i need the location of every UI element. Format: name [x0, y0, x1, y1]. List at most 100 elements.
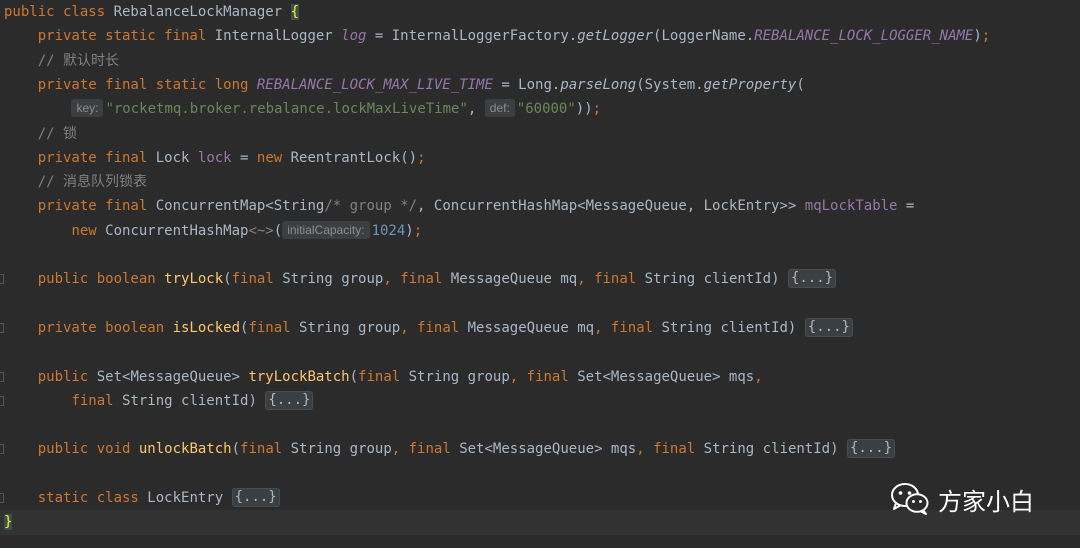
code-token: , [594, 319, 611, 336]
code-token: InternalLogger [214, 28, 342, 45]
code-token: private boolean [37, 319, 173, 336]
code-token: static class [37, 490, 148, 506]
code-line[interactable]: public void unlockBatch(final String gro… [0, 437, 1080, 461]
code-token: , [509, 368, 527, 385]
code-token: , [754, 368, 763, 385]
code-token: "60000" [516, 101, 576, 118]
code-token: final [240, 441, 291, 458]
code-token: final [358, 368, 409, 385]
code-line[interactable]: // 默认时长 [0, 49, 1080, 73]
code-token: public void [37, 441, 139, 458]
code-token: RebalanceLockManager [113, 4, 291, 20]
code-token: String group [299, 319, 401, 336]
code-token: final [248, 319, 300, 336]
code-token: Set<MessageQueue> mqs [577, 368, 755, 385]
code-token: new [256, 149, 291, 166]
code-token: private static final [37, 28, 215, 45]
code-line[interactable]: private final static long REBALANCE_LOCK… [0, 73, 1080, 97]
code-token: final [594, 271, 645, 288]
code-token: ConcurrentMap<String [155, 198, 325, 215]
code-token: String clientId) [661, 319, 805, 336]
code-token: )) [575, 101, 593, 118]
code-line[interactable]: private boolean isLocked(final String gr… [0, 316, 1080, 340]
code-line[interactable]: public boolean tryLock(final String grou… [0, 267, 1080, 291]
code-line[interactable]: // 消息队列锁表 [0, 170, 1080, 194]
parameter-hint: initialCapacity: [282, 220, 370, 239]
code-line[interactable] [0, 340, 1080, 364]
code-line[interactable]: private final Lock lock = new ReentrantL… [0, 146, 1080, 170]
code-token: , [391, 441, 409, 458]
watermark-text: 方家小白 [938, 487, 1034, 516]
code-text: // 锁 [4, 122, 77, 146]
code-text: } [4, 510, 13, 534]
code-token: , [577, 271, 595, 288]
code-token: ; [413, 222, 423, 239]
code-token: ReentrantLock() [290, 149, 418, 166]
code-token: "rocketmq.broker.rebalance.lockMaxLiveTi… [105, 101, 468, 118]
code-line[interactable]: public class RebalanceLockManager { [0, 0, 1080, 24]
code-line[interactable]: private final ConcurrentMap<String/* gro… [0, 194, 1080, 218]
code-token: ( [349, 368, 359, 385]
code-token: ; [981, 28, 991, 45]
code-token: isLocked [172, 319, 241, 336]
folded-block-button[interactable]: {...} [804, 317, 853, 337]
code-token: // 消息队列锁表 [37, 174, 148, 191]
code-line[interactable]: private static final InternalLogger log … [0, 24, 1080, 48]
code-token: public boolean [37, 271, 165, 288]
code-line[interactable]: final String clientId) {...} [0, 389, 1080, 413]
code-text: new ConcurrentHashMap<~>(initialCapacity… [4, 219, 422, 243]
code-editor[interactable]: public class RebalanceLockManager { priv… [0, 0, 1080, 548]
code-line[interactable]: new ConcurrentHashMap<~>(initialCapacity… [0, 219, 1080, 243]
code-token: private final static long [37, 76, 257, 93]
code-token: private final [37, 198, 156, 215]
code-token: new [71, 222, 106, 239]
code-line[interactable]: // 锁 [0, 122, 1080, 146]
code-token: = Long. [492, 76, 561, 93]
code-text: private static final InternalLogger log … [4, 24, 991, 48]
code-token: String clientId) [703, 441, 847, 458]
code-token: public class [4, 4, 114, 20]
code-token: ) [405, 222, 414, 239]
code-line[interactable] [0, 413, 1080, 437]
code-token: final [400, 271, 451, 288]
code-token: // 锁 [37, 125, 78, 142]
folded-block-button[interactable]: {...} [787, 269, 837, 289]
code-token: final [526, 368, 578, 385]
folded-block-button[interactable]: {...} [231, 488, 280, 507]
folded-block-button[interactable]: {...} [846, 439, 896, 459]
code-token: , [383, 271, 401, 288]
code-token: MessageQueue mq [467, 319, 595, 336]
code-token: String group [408, 368, 510, 385]
code-token: ; [417, 149, 426, 166]
code-text: public Set<MessageQueue> tryLockBatch(fi… [4, 365, 763, 389]
code-token: = InternalLoggerFactory. [366, 28, 578, 45]
code-text: // 消息队列锁表 [4, 170, 147, 194]
code-text: private final Lock lock = new ReentrantL… [4, 146, 426, 170]
code-token: final [231, 271, 283, 288]
code-token: tryLock [164, 271, 224, 288]
code-line[interactable]: public Set<MessageQueue> tryLockBatch(fi… [0, 365, 1080, 389]
code-line[interactable]: key: "rocketmq.broker.rebalance.lockMaxLi… [0, 97, 1080, 121]
code-text: // 默认时长 [4, 49, 119, 73]
code-token: String group [282, 271, 384, 288]
code-line[interactable] [0, 243, 1080, 267]
code-token: final [653, 441, 704, 458]
folded-block-button[interactable]: {...} [265, 390, 314, 410]
code-token: 1024 [371, 222, 406, 239]
code-token: final [610, 319, 662, 336]
code-token: ( [223, 271, 232, 288]
code-token: ConcurrentHashMap [105, 222, 249, 239]
code-line[interactable] [0, 292, 1080, 316]
code-token: = [897, 198, 915, 215]
